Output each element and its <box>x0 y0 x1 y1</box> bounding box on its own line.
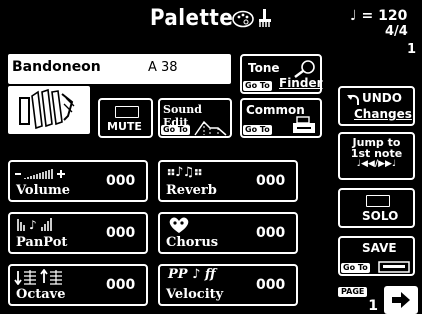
velocity-icon: PP ♪ ff <box>168 267 216 282</box>
octave-button[interactable]: Octave 000 <box>8 264 148 306</box>
goto-tag: Go To <box>341 263 370 273</box>
next-page-button[interactable] <box>384 286 418 314</box>
save-button[interactable]: SAVE Go To <box>338 236 415 276</box>
octave-icon <box>14 268 70 289</box>
tone-finder-label: Tone <box>248 61 280 75</box>
instrument-bank: A 38 <box>148 60 178 75</box>
sound-edit-button[interactable]: Sound Edit Go To <box>158 98 232 138</box>
reverb-value: 000 <box>256 173 286 189</box>
chorus-button[interactable]: Chorus 000 <box>158 212 298 254</box>
chorus-value: 000 <box>256 225 286 241</box>
goto-tag: Go To <box>243 81 272 91</box>
volume-label: Volume <box>16 183 70 198</box>
instrument-name: Bandoneon <box>12 59 101 75</box>
right-arrow-icon <box>391 291 411 313</box>
volume-value: 000 <box>106 173 136 189</box>
goto-tag: Go To <box>243 125 272 135</box>
panpot-icon: ♪ <box>16 217 58 237</box>
svg-text:♪: ♪ <box>29 218 37 232</box>
velocity-label: Velocity <box>166 287 224 302</box>
brush-icon <box>257 8 273 32</box>
tone-finder-label2: Finder <box>279 76 323 90</box>
octave-label: Octave <box>16 287 66 302</box>
solo-label: SOLO <box>362 209 399 223</box>
velocity-value: 000 <box>256 277 286 293</box>
palette-icon <box>232 10 254 32</box>
goto-tag: Go To <box>161 125 190 135</box>
changes-label: Changes <box>354 107 412 121</box>
mute-indicator <box>115 106 139 118</box>
solo-button[interactable]: SOLO <box>338 188 415 228</box>
velocity-button[interactable]: PP ♪ ff Velocity 000 <box>158 264 298 306</box>
undo-changes-button[interactable]: UNDO Changes <box>338 86 415 126</box>
page-number: 1 <box>368 298 378 314</box>
instrument-field[interactable]: Bandoneon A 38 <box>8 54 231 84</box>
reverb-icon: ⠶♪♫⠶ <box>166 165 203 180</box>
panpot-value: 000 <box>106 225 136 241</box>
panpot-label: PanPot <box>16 235 68 250</box>
page-title: Palette <box>150 6 234 31</box>
common-button[interactable]: Common Go To <box>240 98 322 138</box>
printer-icon <box>292 116 316 138</box>
panpot-button[interactable]: ♪ PanPot 000 <box>8 212 148 254</box>
common-label: Common <box>246 103 305 117</box>
reverb-label: Reverb <box>166 183 217 198</box>
jump-arrows-icon: ♩◀◀/▶▶♩ <box>356 159 397 169</box>
measure-number: 1 <box>407 42 417 57</box>
tempo-display: ♩ = 120 <box>350 8 408 24</box>
page-indicator: PAGE 1 <box>334 286 382 314</box>
mute-label: MUTE <box>107 120 142 133</box>
chorus-label: Chorus <box>166 235 219 250</box>
reverb-button[interactable]: ⠶♪♫⠶ Reverb 000 <box>158 160 298 202</box>
disk-icon <box>378 258 410 277</box>
tone-finder-button[interactable]: Tone Go To Finder <box>240 54 323 94</box>
mute-button[interactable]: MUTE <box>98 98 153 138</box>
accordion-icon <box>8 86 90 134</box>
octave-value: 000 <box>106 277 136 293</box>
envelope-icon <box>194 120 228 140</box>
jump-to-first-note-button[interactable]: Jump to 1st note ♩◀◀/▶▶♩ <box>338 132 415 180</box>
solo-indicator <box>366 195 390 207</box>
undo-label: UNDO <box>362 91 402 105</box>
page-label: PAGE <box>338 287 368 297</box>
save-label: SAVE <box>362 241 397 255</box>
time-signature: 4/4 <box>385 24 408 39</box>
volume-button[interactable]: Volume 000 <box>8 160 148 202</box>
